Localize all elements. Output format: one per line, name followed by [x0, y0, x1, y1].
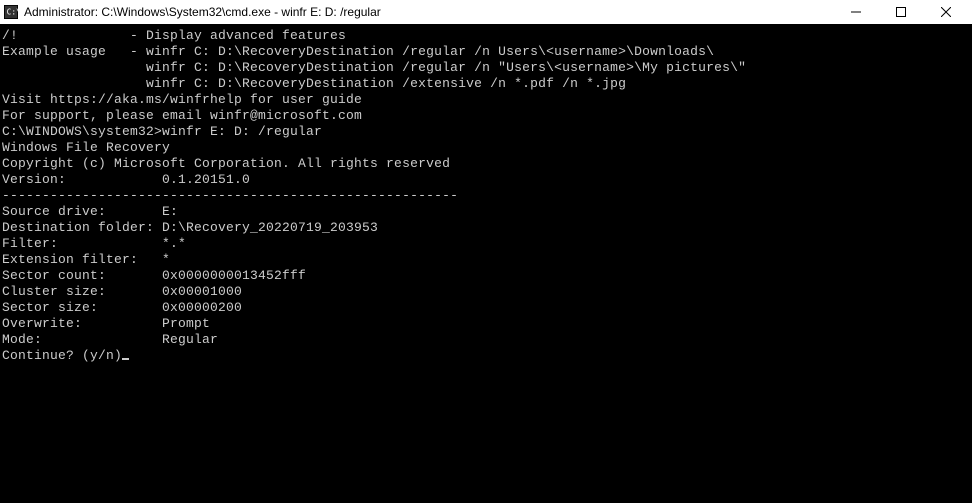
terminal-line: /! - Display advanced features — [2, 28, 970, 44]
terminal-line: Filter: *.* — [2, 236, 970, 252]
minimize-button[interactable] — [833, 0, 878, 24]
terminal-line: Example usage - winfr C: D:\RecoveryDest… — [2, 44, 970, 60]
terminal-line: Visit https://aka.ms/winfrhelp for user … — [2, 92, 970, 108]
terminal-line: Source drive: E: — [2, 204, 970, 220]
svg-text:C:\: C:\ — [7, 8, 18, 17]
terminal-line: ----------------------------------------… — [2, 188, 970, 204]
window-controls — [833, 0, 968, 24]
terminal-line: C:\WINDOWS\system32>winfr E: D: /regular — [2, 124, 970, 140]
terminal-line: Destination folder: D:\Recovery_20220719… — [2, 220, 970, 236]
terminal-line: winfr C: D:\RecoveryDestination /regular… — [2, 60, 970, 76]
cursor — [122, 358, 129, 360]
terminal-line: Extension filter: * — [2, 252, 970, 268]
terminal-line: For support, please email winfr@microsof… — [2, 108, 970, 124]
terminal-line: Version: 0.1.20151.0 — [2, 172, 970, 188]
terminal-line: Overwrite: Prompt — [2, 316, 970, 332]
terminal-output[interactable]: /! - Display advanced featuresExample us… — [0, 24, 972, 368]
terminal-line: Windows File Recovery — [2, 140, 970, 156]
window-title: Administrator: C:\Windows\System32\cmd.e… — [24, 5, 833, 19]
cmd-icon: C:\ — [4, 5, 18, 19]
terminal-prompt: Continue? (y/n) — [2, 348, 122, 363]
terminal-line: Sector size: 0x00000200 — [2, 300, 970, 316]
terminal-line: Sector count: 0x0000000013452fff — [2, 268, 970, 284]
close-button[interactable] — [923, 0, 968, 24]
window-titlebar: C:\ Administrator: C:\Windows\System32\c… — [0, 0, 972, 24]
terminal-line: Copyright (c) Microsoft Corporation. All… — [2, 156, 970, 172]
maximize-button[interactable] — [878, 0, 923, 24]
terminal-line: winfr C: D:\RecoveryDestination /extensi… — [2, 76, 970, 92]
terminal-line: Mode: Regular — [2, 332, 970, 348]
terminal-line: Cluster size: 0x00001000 — [2, 284, 970, 300]
